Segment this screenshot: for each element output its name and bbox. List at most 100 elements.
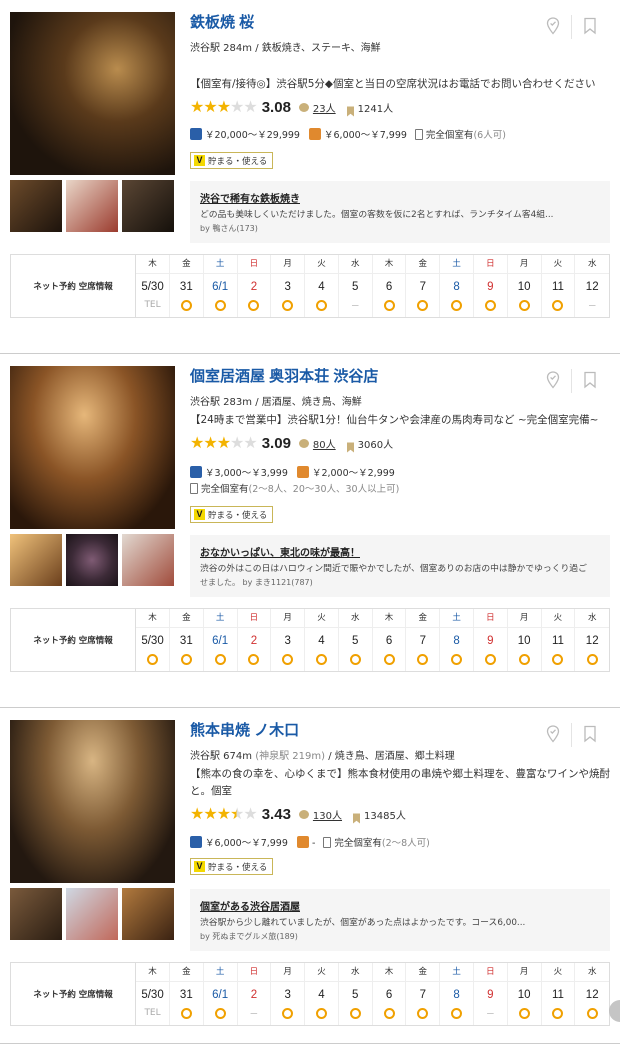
availability-day[interactable]: 水 12 － <box>575 255 610 317</box>
bookmark-icon[interactable] <box>583 371 599 389</box>
availability-day[interactable]: 木6 <box>372 963 407 1025</box>
available-circle-icon <box>518 653 530 665</box>
availability-day[interactable]: 火 11 <box>541 609 576 671</box>
availability-day[interactable]: 木 5/30 TEL <box>136 963 170 1025</box>
availability-day[interactable]: 土8 <box>440 963 474 1025</box>
bookmark-count-icon <box>346 438 355 452</box>
availability-day[interactable]: 木6 <box>372 609 407 671</box>
main-photo[interactable] <box>10 720 175 883</box>
availability-day[interactable]: 月 10 <box>507 963 542 1025</box>
availability-day[interactable]: 日2 <box>237 609 272 671</box>
price-info: ￥6,000～￥7,999 - 完全個室有(2～8人可) <box>190 836 610 852</box>
review-snippet[interactable]: 個室がある渋谷居酒屋 渋谷駅から少し離れていましたが、個室があった点はよかったです… <box>190 889 610 951</box>
thumbnail-photo[interactable] <box>66 180 118 232</box>
restaurant-name-link[interactable]: 鉄板焼 桜 <box>190 11 254 32</box>
review-count-link[interactable]: 80人 <box>313 436 336 451</box>
availability-day[interactable]: 火4 <box>305 963 339 1025</box>
lunch-icon <box>296 836 309 848</box>
availability-day[interactable]: 金 31 <box>169 255 204 317</box>
day-date: 2 <box>250 635 258 647</box>
availability-day[interactable]: 金7 <box>406 255 441 317</box>
review-count-link[interactable]: 23人 <box>313 100 336 115</box>
availability-day[interactable]: 土 6/1 <box>203 255 238 317</box>
availability-day[interactable]: 月 10 <box>507 609 542 671</box>
bookmark-count-icon <box>346 102 355 116</box>
thumbnail-photo[interactable] <box>122 180 174 232</box>
review-snippet[interactable]: おなかいっぱい、東北の味が最高！ 渋谷の外はこの日はハロウィン間近で賑やかでしたが… <box>190 535 610 597</box>
availability-day[interactable]: 日 9 － <box>473 963 508 1025</box>
room-detail: (2～8人可) <box>381 838 430 849</box>
map-pin-icon[interactable] <box>545 725 561 743</box>
availability-day[interactable]: 金 31 <box>169 609 204 671</box>
price-info: ￥20,000～￥29,999 ￥6,000～￥7,999 完全個室有(6人可) <box>190 128 610 144</box>
day-of-week: 月 <box>507 255 541 274</box>
availability-day[interactable]: 木 5/30 <box>136 609 170 671</box>
availability-table: ネット予約 空席情報木 5/30 TEL 金 31 土 6/1 日 2 －月 3 火 4 水 5 木 6 金 7 土 8… <box>10 962 610 1026</box>
photo-image <box>122 888 174 940</box>
map-pin-icon[interactable] <box>545 17 561 35</box>
availability-day[interactable]: 火4 <box>305 255 339 317</box>
day-date: 5 <box>352 281 359 293</box>
restaurant-card: 鉄板焼 桜渋谷駅 284m / 鉄板焼き、ステーキ、海鮮 【個室有/接待◎】渋谷駅… <box>0 0 620 354</box>
day-of-week: 火 <box>305 609 338 628</box>
availability-day[interactable]: 月3 <box>271 963 306 1025</box>
review-title[interactable]: 渋谷で稀有な鉄板焼き <box>200 190 600 205</box>
thumbnail-photo[interactable] <box>122 888 174 940</box>
divider <box>571 15 572 39</box>
day-date: 8 <box>453 989 460 1001</box>
availability-day[interactable]: 水 5 － <box>338 255 373 317</box>
review-snippet[interactable]: 渋谷で稀有な鉄板焼き どの品も美味しくいただけました。個室の客数を仮に2名とすれば… <box>190 181 610 243</box>
main-photo[interactable] <box>10 366 175 529</box>
dinner-price-group: ￥20,000～￥29,999 <box>190 128 300 141</box>
availability-day[interactable]: 金 31 <box>169 963 204 1025</box>
day-date: 3 <box>284 989 291 1001</box>
availability-day[interactable]: 木 5/30 TEL <box>136 255 170 317</box>
availability-day[interactable]: 土8 <box>440 255 474 317</box>
review-title[interactable]: おなかいっぱい、東北の味が最高！ <box>200 544 600 559</box>
day-of-week: 日 <box>473 255 507 274</box>
availability-day[interactable]: 水 12 <box>575 963 610 1025</box>
availability-day[interactable]: 月3 <box>271 609 306 671</box>
availability-day[interactable]: 日2 <box>237 255 272 317</box>
availability-day[interactable]: 水 12 <box>575 609 610 671</box>
availability-day[interactable]: 火4 <box>305 609 339 671</box>
availability-day[interactable]: 月3 <box>271 255 306 317</box>
availability-day[interactable]: 日9 <box>473 255 508 317</box>
availability-day[interactable]: 土8 <box>440 609 474 671</box>
lunch-price: ￥6,000～￥7,999 <box>324 130 407 141</box>
availability-day[interactable]: 月 10 <box>507 255 542 317</box>
review-title[interactable]: 個室がある渋谷居酒屋 <box>200 898 600 913</box>
dinner-price: ￥20,000～￥29,999 <box>205 130 300 141</box>
area-genre: 渋谷駅 284m / 鉄板焼き、ステーキ、海鮮 <box>190 39 381 54</box>
map-pin-icon[interactable] <box>545 371 561 389</box>
review-count-link[interactable]: 130人 <box>313 807 342 822</box>
main-photo[interactable] <box>10 12 175 175</box>
availability-day[interactable]: 金7 <box>406 963 441 1025</box>
availability-day[interactable]: 水5 <box>338 963 373 1025</box>
day-of-week: 木 <box>136 963 169 982</box>
availability-day[interactable]: 木6 <box>372 255 407 317</box>
availability-day[interactable]: 日9 <box>473 609 508 671</box>
thumbnail-photo[interactable] <box>10 534 62 586</box>
restaurant-name-link[interactable]: 個室居酒屋 奥羽本荘 渋谷店 <box>190 365 378 386</box>
day-of-week: 水 <box>575 255 610 274</box>
star-icon: ★ <box>190 97 204 116</box>
availability-day[interactable]: 火 11 <box>541 255 576 317</box>
dinner-icon <box>190 128 202 140</box>
separator: / <box>252 43 262 54</box>
restaurant-name-link[interactable]: 熊本串焼 ノ木口 <box>190 719 299 740</box>
thumbnail-photo[interactable] <box>66 888 118 940</box>
bookmark-icon[interactable] <box>583 17 599 35</box>
availability-day[interactable]: 水5 <box>338 609 373 671</box>
day-date: 7 <box>419 281 426 293</box>
thumbnail-photo[interactable] <box>122 534 174 586</box>
bookmark-icon[interactable] <box>583 725 599 743</box>
availability-day[interactable]: 金7 <box>406 609 441 671</box>
thumbnail-photo[interactable] <box>10 180 62 232</box>
thumbnail-photo[interactable] <box>66 534 118 586</box>
availability-day[interactable]: 土 6/1 <box>203 609 238 671</box>
availability-day[interactable]: 火 11 <box>541 963 576 1025</box>
availability-day[interactable]: 土 6/1 <box>203 963 238 1025</box>
availability-day[interactable]: 日 2 － <box>237 963 272 1025</box>
thumbnail-photo[interactable] <box>10 888 62 940</box>
